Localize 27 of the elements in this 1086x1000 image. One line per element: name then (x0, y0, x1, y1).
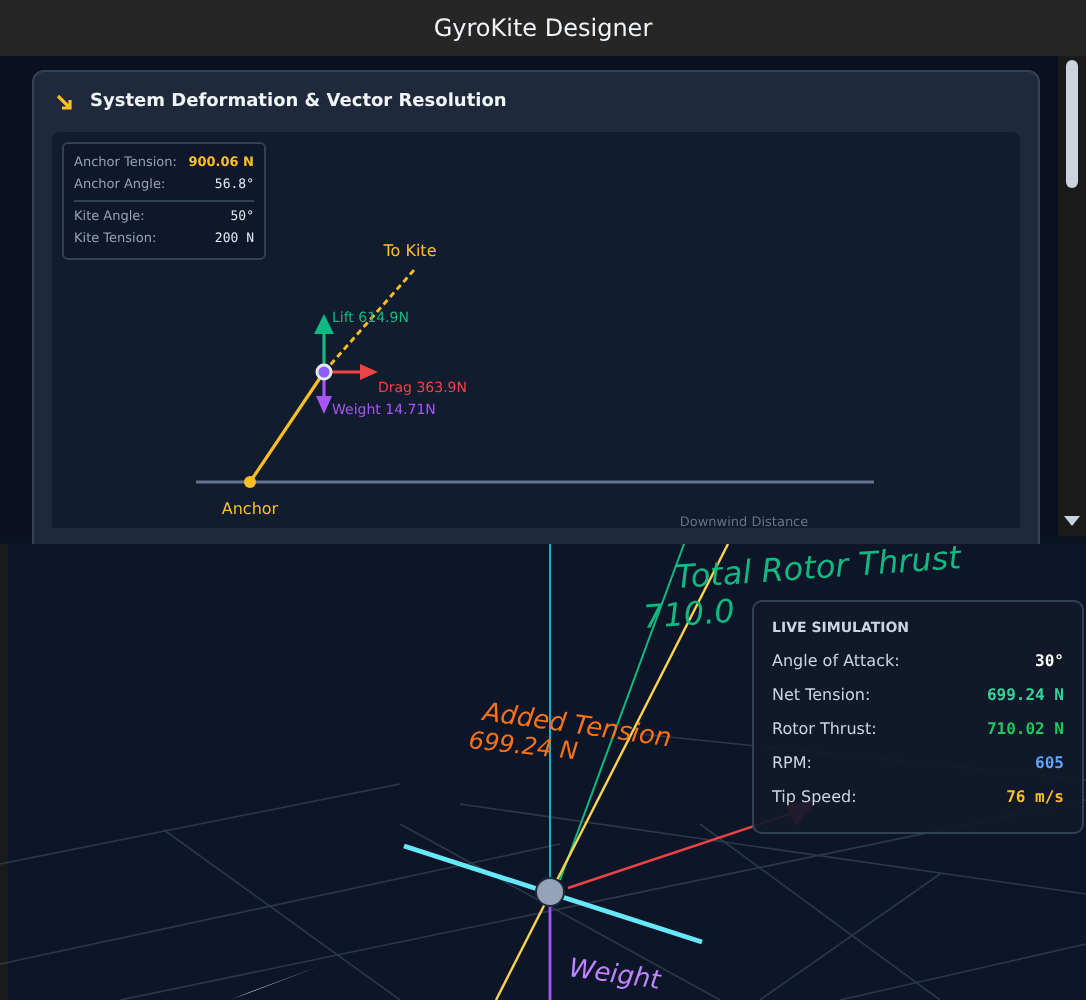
scrollbar-thumb[interactable] (1066, 60, 1078, 188)
weight-arrow (316, 374, 332, 414)
scrollbar[interactable] (1058, 56, 1086, 536)
stat-label: Net Tension: (772, 684, 871, 708)
stat-value: 710.02 N (986, 718, 1064, 742)
scene-label: 710.0 (641, 591, 736, 636)
stat-label: Tip Speed: (772, 786, 857, 810)
kite-node (315, 363, 333, 381)
stat-value: 30° (1035, 650, 1064, 674)
stat-label: Angle of Attack: (772, 650, 900, 674)
stat-label: RPM: (772, 752, 812, 776)
stat-value: 605 (1035, 752, 1064, 776)
scene-label: Weight (566, 954, 663, 997)
scene-label: Total Rotor Thrust (673, 544, 962, 596)
anchor-point (244, 476, 256, 488)
drag-arrow (326, 364, 378, 380)
stat-value: 699.24 N (986, 684, 1064, 708)
window-title: GyroKite Designer (433, 14, 653, 42)
lift-arrow (314, 314, 334, 370)
to-kite-label: To Kite (383, 242, 437, 260)
anchor-label: Anchor (221, 500, 279, 518)
stat-value: 76 m/s (1006, 786, 1064, 810)
diagonal-arrow-icon (56, 93, 74, 111)
panel-title: System Deformation & Vector Resolution (90, 92, 507, 112)
stat-label: Rotor Thrust: (772, 718, 877, 742)
kite-sphere (535, 877, 565, 907)
scroll-down-icon[interactable] (1064, 516, 1080, 526)
